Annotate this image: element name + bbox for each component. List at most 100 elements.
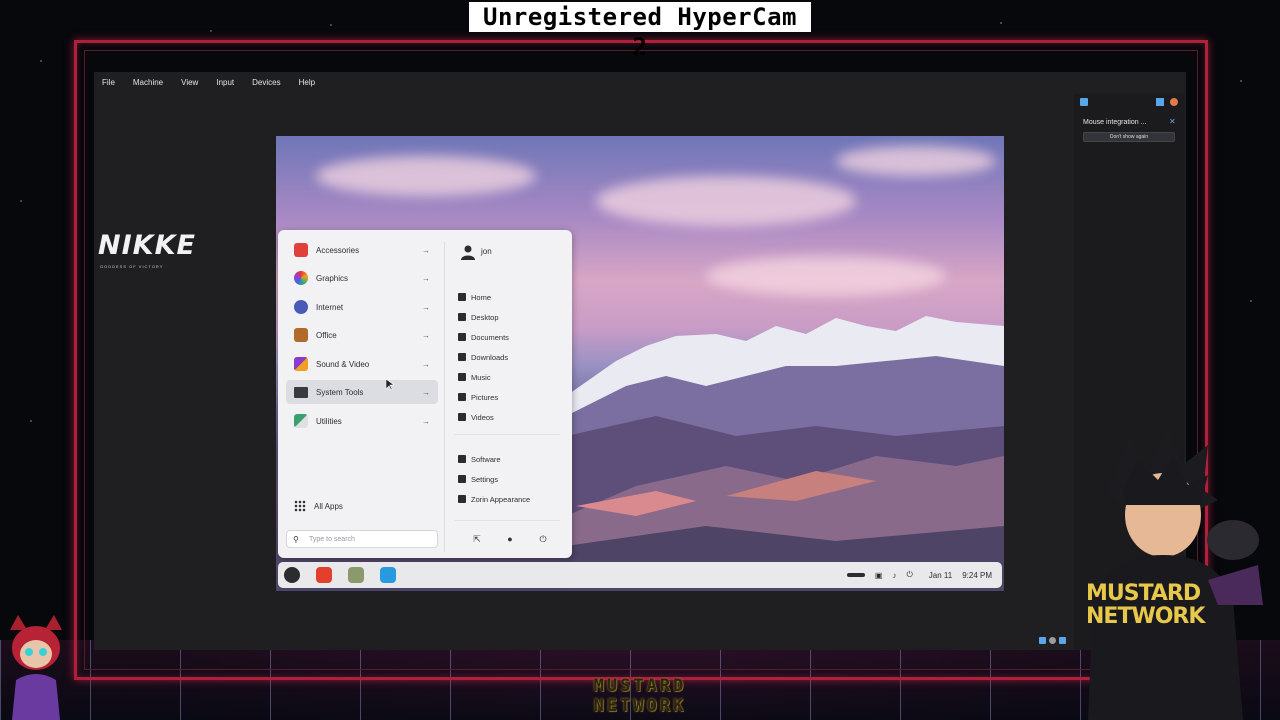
volume-icon[interactable]: ♪ [892, 571, 896, 580]
start-menu: Accessories → Graphics → Internet → Offi… [278, 230, 572, 558]
software-store-icon[interactable] [380, 567, 396, 583]
power-icon[interactable]: ⏻ [536, 532, 550, 546]
system-zorin-appearance[interactable]: Zorin Appearance [458, 490, 558, 508]
taskbar: ▣ ♪ ⏻ Jan 11 9:24 PM [278, 562, 1002, 588]
guest-desktop: Accessories → Graphics → Internet → Offi… [276, 136, 1004, 591]
nikke-logo-subtitle: GODDESS OF VICTORY [100, 264, 164, 269]
mascot-shirt-text: MUSTARD NETWORK [1086, 581, 1205, 629]
zorin-menu-icon[interactable] [284, 567, 300, 583]
arrow-right-icon: → [422, 245, 430, 255]
screen-icon[interactable]: ▣ [875, 571, 883, 580]
user-name[interactable]: jon [481, 247, 492, 256]
media-icon [294, 357, 308, 371]
search-icon: ⚲ [293, 534, 299, 544]
place-label: Videos [471, 412, 494, 422]
arrow-right-icon: → [422, 416, 430, 426]
arrow-right-icon: → [422, 273, 430, 283]
category-internet[interactable]: Internet → [286, 295, 438, 319]
place-music[interactable]: Music [458, 368, 558, 386]
tray-time[interactable]: 9:24 PM [962, 571, 992, 580]
place-documents[interactable]: Documents [458, 328, 558, 346]
document-icon [458, 333, 466, 341]
status-icon[interactable] [1170, 98, 1178, 106]
arrow-right-icon: → [422, 359, 430, 369]
place-label: Pictures [471, 392, 499, 402]
place-label: Home [471, 292, 492, 302]
menu-devices[interactable]: Devices [252, 78, 280, 87]
all-apps-button[interactable]: All Apps [294, 500, 343, 512]
toolbox-icon [294, 243, 308, 257]
circle-icon [1049, 637, 1056, 644]
square-icon [1039, 637, 1046, 644]
menu-view[interactable]: View [181, 78, 198, 87]
videos-icon [458, 413, 466, 421]
globe-icon [294, 300, 308, 314]
square-icon [1059, 637, 1066, 644]
category-label: Graphics [316, 273, 349, 283]
logo-line-2: NETWORK [593, 696, 687, 716]
music-icon [458, 373, 466, 381]
pictures-icon [458, 393, 466, 401]
menu-help[interactable]: Help [299, 78, 315, 87]
user-icon [461, 245, 475, 260]
menu-input[interactable]: Input [216, 78, 234, 87]
lock-icon[interactable]: ● [503, 532, 517, 546]
category-label: Accessories [316, 245, 360, 255]
arrow-right-icon: → [422, 302, 430, 312]
system-software[interactable]: Software [458, 450, 558, 468]
category-accessories[interactable]: Accessories → [286, 238, 438, 262]
menu-separator [454, 434, 560, 435]
system-label: Settings [471, 474, 499, 484]
settings-icon [458, 475, 466, 483]
search-input[interactable]: ⚲ Type to search [286, 530, 438, 548]
nikke-logo: NIKKE [98, 230, 196, 261]
power-status-icon[interactable]: ⏻ [906, 570, 912, 580]
category-label: Sound & Video [316, 359, 370, 369]
monitor-icon [294, 386, 308, 398]
hypercam-watermark: Unregistered HyperCam 2 [469, 2, 811, 61]
place-label: Downloads [471, 352, 509, 362]
system-tray: ▣ ♪ ⏻ Jan 11 9:24 PM [846, 562, 992, 588]
tray-date[interactable]: Jan 11 [929, 571, 952, 580]
category-sound-video[interactable]: Sound & Video → [286, 352, 438, 376]
place-pictures[interactable]: Pictures [458, 388, 558, 406]
category-graphics[interactable]: Graphics → [286, 266, 438, 290]
place-home[interactable]: Home [458, 288, 558, 306]
place-label: Documents [471, 332, 509, 342]
logout-icon[interactable]: ⇱ [470, 532, 484, 546]
place-videos[interactable]: Videos [458, 408, 558, 426]
brave-browser-icon[interactable] [316, 567, 332, 583]
dont-show-again-button[interactable]: Don't show again [1083, 132, 1175, 142]
arrow-right-icon: → [422, 387, 430, 397]
mascot-character [1088, 430, 1263, 720]
category-utilities[interactable]: Utilities → [286, 409, 438, 433]
home-icon [458, 293, 466, 301]
category-label: Office [316, 330, 337, 340]
system-label: Zorin Appearance [471, 494, 531, 504]
category-label: Utilities [316, 416, 342, 426]
place-downloads[interactable]: Downloads [458, 348, 558, 366]
category-system-tools[interactable]: System Tools → [286, 380, 438, 404]
menu-separator [454, 520, 560, 521]
palette-icon [294, 271, 308, 285]
system-settings[interactable]: Settings [458, 470, 558, 488]
mustard-network-logo: MUSTARD NETWORK [562, 676, 718, 718]
columns-icon[interactable] [1156, 98, 1164, 106]
place-desktop[interactable]: Desktop [458, 308, 558, 326]
close-icon[interactable]: ✕ [1169, 117, 1176, 126]
search-placeholder: Type to search [309, 535, 355, 543]
category-label: Internet [316, 302, 344, 312]
menu-file[interactable]: File [102, 78, 115, 87]
app-grid-icon [294, 500, 306, 512]
arrow-right-icon: → [422, 330, 430, 340]
utilities-icon [294, 414, 308, 428]
workspace-indicator-icon[interactable] [846, 573, 865, 577]
logo-line-1: MUSTARD [593, 676, 687, 696]
vbox-menubar: File Machine View Input Devices Help [94, 72, 1186, 92]
notice-title: Mouse integration ... [1083, 119, 1147, 126]
menu-machine[interactable]: Machine [133, 78, 163, 87]
file-manager-icon[interactable] [348, 567, 364, 583]
place-label: Desktop [471, 312, 499, 322]
category-office[interactable]: Office → [286, 323, 438, 347]
software-icon [458, 455, 466, 463]
